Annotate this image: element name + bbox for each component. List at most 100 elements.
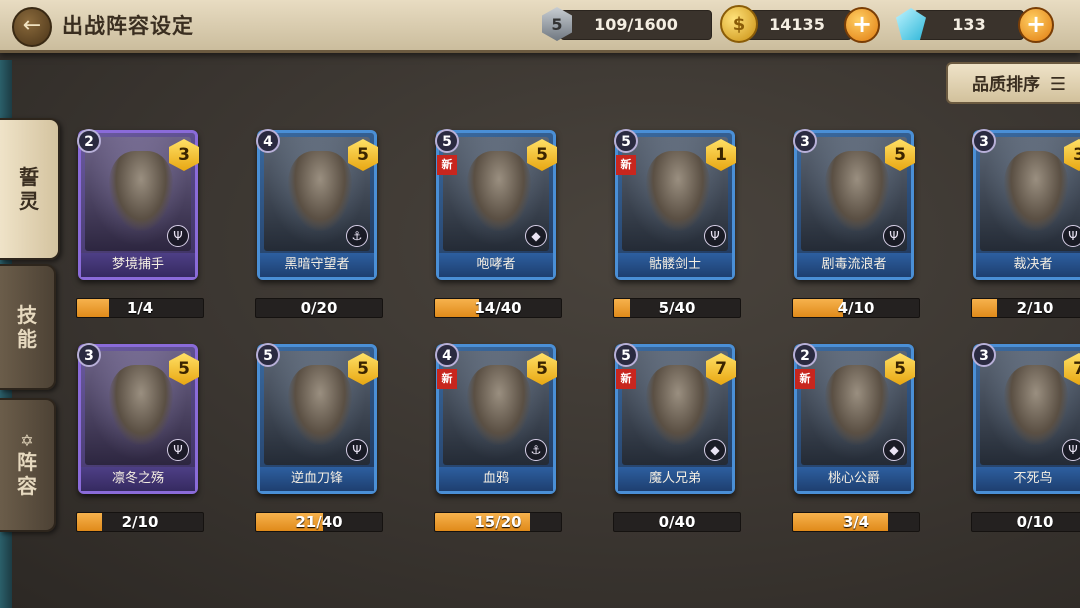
hero-level-badge: 3: [972, 129, 996, 153]
shard-progress-text: 1/4: [126, 299, 154, 317]
tab-skills[interactable]: 技 能: [0, 264, 56, 390]
hero-name: 血鸦: [439, 467, 553, 491]
shard-progress-bar: 1/4: [76, 298, 204, 318]
gold-counter: 14135: [742, 10, 852, 40]
hero-card[interactable]: 5 1 新 Ψ 骷髅剑士: [614, 129, 736, 280]
hero-name: 桃心公爵: [797, 467, 911, 491]
hero-card[interactable]: 3 5 Ψ 凛冬之殇: [77, 343, 199, 494]
tab-heroes-label-1: 誓: [19, 165, 39, 189]
hero-name: 黑暗守望者: [260, 253, 374, 277]
hero-card[interactable]: 5 5 Ψ 逆血刀锋: [256, 343, 378, 494]
add-gem-button[interactable]: +: [1018, 7, 1054, 43]
hero-card[interactable]: 4 5 新 ⚓ 血鸦: [435, 343, 557, 494]
hero-name: 魔人兄弟: [618, 467, 732, 491]
hero-class-icon: Ψ: [883, 225, 905, 247]
shard-progress-bar: 0/10: [971, 512, 1080, 532]
tab-heroes-label-2: 灵: [19, 189, 39, 213]
shard-progress-text: 0/10: [1016, 513, 1054, 531]
hero-card[interactable]: 4 5 ⚓ 黑暗守望者: [256, 129, 378, 280]
shard-progress-text: 3/4: [842, 513, 870, 531]
stamina-counter: 109/1600: [560, 10, 712, 40]
tab-lineup-label-2: 容: [17, 474, 37, 498]
hero-class-icon: Ψ: [1062, 439, 1080, 461]
shard-progress-text: 21/40: [295, 513, 343, 531]
hero-class-icon: Ψ: [346, 439, 368, 461]
shard-progress-text: 15/20: [474, 513, 522, 531]
lineup-icon: ✡: [20, 431, 34, 450]
hero-name: 骷髅剑士: [618, 253, 732, 277]
hero-card[interactable]: 3 7 Ψ 不死鸟: [972, 343, 1080, 494]
hero-card[interactable]: 2 3 Ψ 梦境捕手: [77, 129, 199, 280]
top-bar: ← 出战阵容设定 109/1600 5 14135 $ + 133 +: [0, 0, 1080, 53]
stamina-level: 5: [542, 7, 572, 41]
shard-progress-bar: 3/4: [792, 512, 920, 532]
hero-figure: [646, 365, 710, 445]
shard-progress-text: 2/10: [121, 513, 159, 531]
new-tag: 新: [437, 155, 457, 175]
new-tag: 新: [795, 369, 815, 389]
tab-heroes[interactable]: 誓 灵: [0, 118, 60, 260]
hero-level-badge: 3: [972, 343, 996, 367]
shard-progress-bar: 0/20: [255, 298, 383, 318]
hero-card[interactable]: 2 5 新 ◆ 桃心公爵: [793, 343, 915, 494]
quality-sort-button[interactable]: 品质排序 ☰: [946, 62, 1080, 104]
sort-label: 品质排序: [972, 75, 1040, 95]
hero-figure: [109, 151, 173, 231]
hero-name: 凛冬之殇: [81, 467, 195, 491]
hero-figure: [288, 151, 352, 231]
hero-figure: [1004, 365, 1068, 445]
gold-coin-icon: $: [720, 4, 758, 44]
shard-progress-bar: 21/40: [255, 512, 383, 532]
shard-progress-text: 14/40: [474, 299, 522, 317]
hero-class-icon: ◆: [704, 439, 726, 461]
hero-level-badge: 4: [435, 343, 459, 367]
hero-card[interactable]: 3 3 Ψ 裁决者: [972, 129, 1080, 280]
hero-class-icon: ⚓: [346, 225, 368, 247]
hero-level-badge: 4: [256, 129, 280, 153]
hero-figure: [109, 365, 173, 445]
shard-progress-text: 4/10: [837, 299, 875, 317]
hero-level-badge: 3: [77, 343, 101, 367]
shard-progress-bar: 2/10: [971, 298, 1080, 318]
hero-class-icon: ◆: [883, 439, 905, 461]
new-tag: 新: [437, 369, 457, 389]
tab-skills-label-2: 能: [17, 327, 37, 351]
hero-figure: [825, 151, 889, 231]
hero-class-icon: ⚓: [525, 439, 547, 461]
hero-figure: [467, 151, 531, 231]
gem-counter: 133: [914, 10, 1024, 40]
hero-class-icon: Ψ: [1062, 225, 1080, 247]
stamina-icon: 5: [538, 4, 576, 44]
new-tag: 新: [616, 369, 636, 389]
shard-progress-bar: 5/40: [613, 298, 741, 318]
new-tag: 新: [616, 155, 636, 175]
shard-progress-bar: 4/10: [792, 298, 920, 318]
tab-lineup[interactable]: ✡ 阵 容: [0, 398, 56, 532]
hero-level-badge: 3: [793, 129, 817, 153]
hero-figure: [1004, 151, 1068, 231]
list-icon: ☰: [1049, 74, 1066, 95]
add-gold-button[interactable]: +: [844, 7, 880, 43]
hero-level-badge: 5: [435, 129, 459, 153]
hero-card[interactable]: 5 7 新 ◆ 魔人兄弟: [614, 343, 736, 494]
hero-figure: [288, 365, 352, 445]
hero-figure: [467, 365, 531, 445]
hero-figure: [825, 365, 889, 445]
shard-progress-bar: 14/40: [434, 298, 562, 318]
hero-card[interactable]: 3 5 Ψ 剧毒流浪者: [793, 129, 915, 280]
gem-icon: [892, 4, 930, 44]
hero-level-badge: 5: [256, 343, 280, 367]
hero-level-badge: 2: [793, 343, 817, 367]
hero-level-badge: 2: [77, 129, 101, 153]
tab-skills-label-1: 技: [17, 303, 37, 327]
hero-card[interactable]: 5 5 新 ◆ 咆哮者: [435, 129, 557, 280]
hero-name: 剧毒流浪者: [797, 253, 911, 277]
back-button[interactable]: ←: [12, 7, 52, 47]
tab-lineup-label-1: 阵: [17, 450, 37, 474]
hero-name: 裁决者: [976, 253, 1080, 277]
hero-name: 咆哮者: [439, 253, 553, 277]
hero-class-icon: ◆: [525, 225, 547, 247]
shard-progress-text: 0/20: [300, 299, 338, 317]
shard-progress-text: 0/40: [658, 513, 696, 531]
hero-figure: [646, 151, 710, 231]
